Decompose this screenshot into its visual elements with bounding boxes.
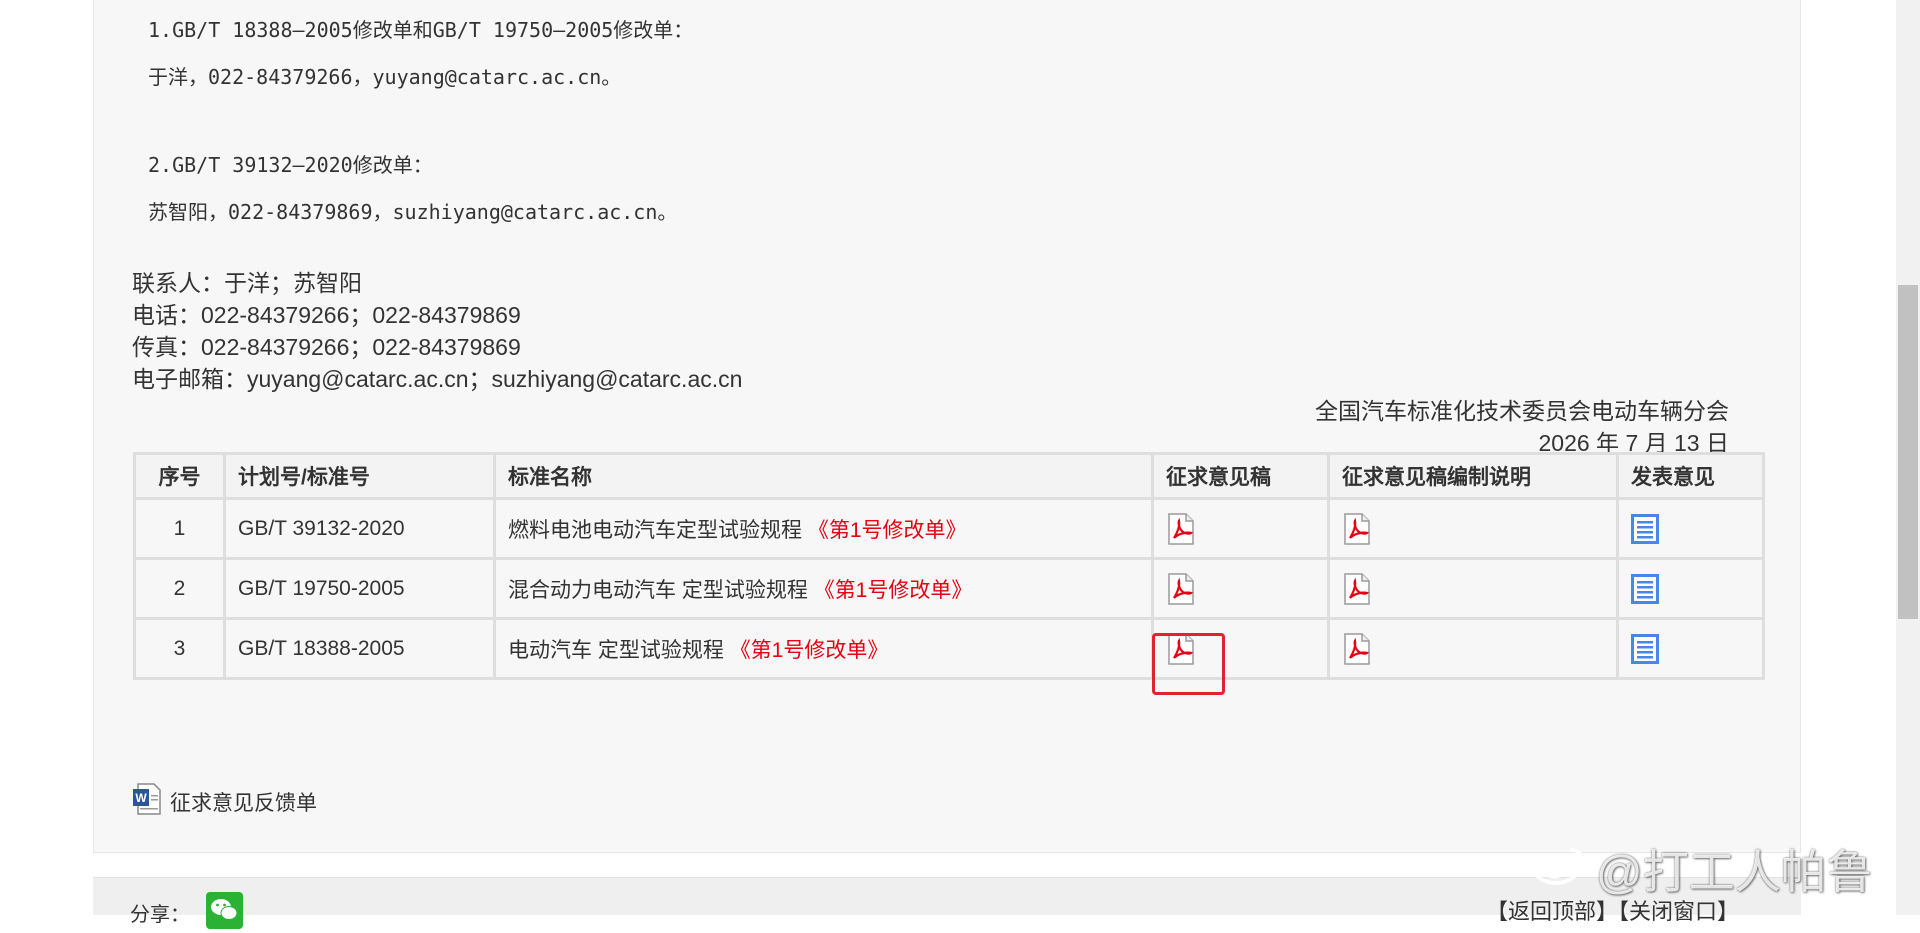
row-standard-name: 电动汽车 定型试验规程 《第1号修改单》 — [493, 617, 1154, 680]
comment-cell — [1616, 617, 1765, 680]
standards-table: 序号 计划号/标准号 标准名称 征求意见稿 征求意见稿编制说明 发表意见 1 G… — [133, 452, 1765, 680]
pdf-icon[interactable] — [1342, 572, 1372, 605]
table-row: 3 GB/T 18388-2005 电动汽车 定型试验规程 《第1号修改单》 — [133, 617, 1765, 680]
contact-person: 联系人：于洋；苏智阳 — [132, 270, 362, 296]
table-header-row: 序号 计划号/标准号 标准名称 征求意见稿 征求意见稿编制说明 发表意见 — [133, 452, 1765, 500]
header-explanation: 征求意见稿编制说明 — [1327, 452, 1619, 500]
pdf-icon[interactable] — [1166, 572, 1196, 605]
watermark-text: @打工人帕鲁 — [1596, 846, 1873, 898]
amendment-link[interactable]: 《第1号修改单》 — [730, 639, 889, 662]
feedback-form-label: 征求意见反馈单 — [170, 792, 317, 815]
pdf-icon[interactable] — [1342, 512, 1372, 545]
header-draft: 征求意见稿 — [1151, 452, 1330, 500]
watermark: @打工人帕鲁 — [1532, 836, 1873, 902]
header-no: 序号 — [133, 452, 226, 500]
row-no: 2 — [133, 557, 226, 620]
scrollbar-thumb[interactable] — [1898, 285, 1918, 619]
issuing-organization: 全国汽车标准化技术委员会电动车辆分会 — [1315, 398, 1729, 424]
comment-cell — [1616, 557, 1765, 620]
highlight-box — [1152, 633, 1225, 695]
pdf-icon[interactable] — [1342, 632, 1372, 665]
row-no: 1 — [133, 497, 226, 560]
feedback-form-link[interactable]: W 征求意见反馈单 — [132, 783, 317, 821]
table-row: 1 GB/T 39132-2020 燃料电池电动汽车定型试验规程 《第1号修改单… — [133, 497, 1765, 560]
contact-phone: 电话：022-84379266；022-84379869 — [132, 302, 521, 328]
explanation-cell — [1327, 497, 1619, 560]
standard-name-text: 燃料电池电动汽车定型试验规程 — [508, 518, 802, 542]
comment-cell — [1616, 497, 1765, 560]
row-standard-number: GB/T 39132-2020 — [223, 497, 496, 560]
row-no: 3 — [133, 617, 226, 680]
share-label: 分享： — [130, 904, 190, 926]
draft-cell — [1151, 497, 1330, 560]
document-list-icon[interactable] — [1631, 513, 1659, 544]
row-standard-name: 燃料电池电动汽车定型试验规程 《第1号修改单》 — [493, 497, 1154, 560]
amendment-link[interactable]: 《第1号修改单》 — [814, 579, 973, 602]
word-doc-icon: W — [132, 783, 162, 821]
item1-title: 1.GB/T 18388—2005修改单和GB/T 19750—2005修改单： — [148, 18, 694, 42]
amendment-link[interactable]: 《第1号修改单》 — [808, 519, 967, 542]
contact-fax: 传真：022-84379266；022-84379869 — [132, 334, 521, 360]
standard-name-text: 混合动力电动汽车 定型试验规程 — [508, 578, 808, 602]
contact-email: 电子邮箱：yuyang@catarc.ac.cn；suzhiyang@catar… — [132, 366, 743, 392]
row-standard-name: 混合动力电动汽车 定型试验规程 《第1号修改单》 — [493, 557, 1154, 620]
table-row: 2 GB/T 19750-2005 混合动力电动汽车 定型试验规程 《第1号修改… — [133, 557, 1765, 620]
explanation-cell — [1327, 557, 1619, 620]
document-list-icon[interactable] — [1631, 633, 1659, 664]
pdf-icon[interactable] — [1166, 512, 1196, 545]
row-standard-number: GB/T 18388-2005 — [223, 617, 496, 680]
explanation-cell — [1327, 617, 1619, 680]
item2-title: 2.GB/T 39132—2020修改单： — [148, 153, 433, 177]
document-list-icon[interactable] — [1631, 573, 1659, 604]
weibo-icon — [1532, 842, 1588, 897]
draft-cell — [1151, 557, 1330, 620]
item2-contact: 苏智阳，022-84379869，suzhiyang@catarc.ac.cn。 — [148, 200, 678, 224]
header-comment: 发表意见 — [1616, 452, 1765, 500]
wechat-icon[interactable] — [206, 892, 243, 929]
row-standard-number: GB/T 19750-2005 — [223, 557, 496, 620]
header-standard-number: 计划号/标准号 — [223, 452, 496, 500]
item1-contact: 于洋，022-84379266，yuyang@catarc.ac.cn。 — [148, 65, 622, 89]
header-standard-name: 标准名称 — [493, 452, 1154, 500]
standard-name-text: 电动汽车 定型试验规程 — [508, 638, 724, 662]
svg-text:W: W — [135, 791, 147, 805]
